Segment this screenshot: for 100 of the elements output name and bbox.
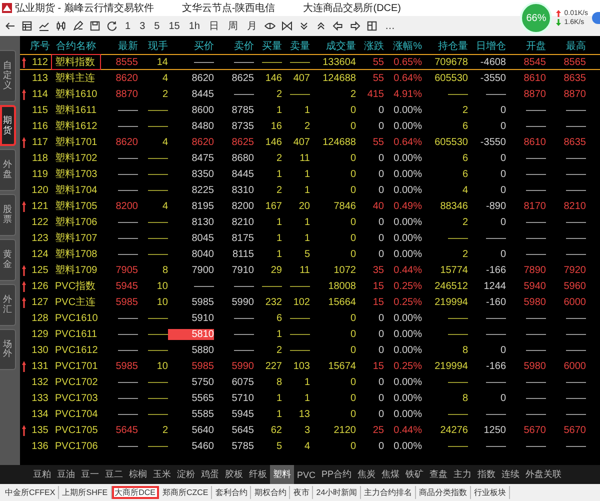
table-row[interactable]: 118 塑料1702 —— —— 8475 8680 2 11 0 0 0.00% 6 0 —— —— bbox=[20, 150, 600, 166]
category-tab[interactable]: 纤板 bbox=[246, 465, 270, 484]
category-tab[interactable]: 棕榈 bbox=[126, 465, 150, 484]
exchange-tab[interactable]: 商品分类指数 bbox=[416, 486, 472, 499]
column-header[interactable]: 日增仓 bbox=[468, 39, 506, 53]
table-row[interactable]: 124 塑料1708 —— —— 8040 8115 1 5 0 0 0.00% 2 0 —— —— bbox=[20, 246, 600, 262]
exchange-tab[interactable]: 主力合约排名 bbox=[361, 486, 416, 499]
table-row[interactable]: 122 塑料1706 —— —— 8130 8210 1 1 0 0 0.00% 2 0 —— —— bbox=[20, 214, 600, 230]
exchange-tab[interactable]: 夜市 bbox=[290, 486, 314, 499]
category-tab[interactable]: 豆油 bbox=[54, 465, 78, 484]
table-row[interactable]: 134 PVC1704 —— —— 5585 5945 1 13 0 0 0.00% —— —— —— —— bbox=[20, 406, 600, 422]
column-header[interactable]: 成交量 bbox=[310, 39, 356, 53]
table-row[interactable]: 112 塑料指数 8555 14 —— —— —— —— 133604 55 0.65% 709678 -4608 8545 8565 bbox=[20, 54, 600, 70]
sidebar-tab[interactable]: 黄金 bbox=[0, 239, 16, 281]
category-tab[interactable]: 指数 bbox=[474, 465, 499, 484]
table-row[interactable]: 126 PVC指数 5945 10 —— —— —— —— 18008 15 0.25% 246512 1244 5940 5960 bbox=[20, 278, 600, 294]
candlestick-icon[interactable] bbox=[55, 20, 67, 32]
table-row[interactable]: 117 塑料1701 8620 4 8620 8625 146 407 124688 55 0.64% 605530 -3550 8610 8635 bbox=[20, 134, 600, 150]
line-chart-icon[interactable] bbox=[38, 20, 50, 32]
table-row[interactable]: 135 PVC1705 5645 2 5640 5645 62 3 2120 25 0.44% 24276 1250 5670 5670 bbox=[20, 422, 600, 438]
category-tab[interactable]: 玉米 bbox=[150, 465, 174, 484]
table-row[interactable]: 130 PVC1612 —— —— 5880 —— 2 —— 0 0 0.00% 8 0 —— —— bbox=[20, 342, 600, 358]
column-header[interactable]: 涨跌 bbox=[356, 39, 384, 53]
more-button[interactable]: … bbox=[382, 20, 397, 32]
category-tab[interactable]: PP合约 bbox=[318, 465, 355, 484]
category-tab[interactable]: 豆一 bbox=[78, 465, 102, 484]
table-row[interactable]: 133 PVC1703 —— —— 5565 5710 1 1 0 0 0.00% 8 0 —— —— bbox=[20, 390, 600, 406]
column-header[interactable]: 卖价 bbox=[214, 39, 254, 53]
category-tab[interactable]: 豆粕 bbox=[30, 465, 54, 484]
category-tab[interactable]: 塑料 bbox=[270, 465, 294, 484]
table-row[interactable]: 127 PVC主连 5985 10 5985 5990 232 102 15664 15 0.25% 219994 -160 5980 6000 bbox=[20, 294, 600, 310]
category-tab[interactable]: 胶板 bbox=[222, 465, 246, 484]
refresh-icon[interactable] bbox=[106, 20, 118, 32]
back-arrow-icon[interactable] bbox=[4, 20, 16, 32]
table-row[interactable]: 114 塑料1610 8870 2 8445 —— 2 —— 2 415 4.91% —— —— 8870 8870 bbox=[20, 86, 600, 102]
exchange-tab[interactable]: 期权合约 bbox=[251, 486, 290, 499]
table-row[interactable]: 120 塑料1704 —— —— 8225 8310 2 1 0 0 0.00% 4 0 —— —— bbox=[20, 182, 600, 198]
period-button[interactable]: 3 bbox=[138, 20, 148, 32]
panel-icon[interactable] bbox=[366, 20, 378, 32]
table-row[interactable]: 116 塑料1612 —— —— 8480 8735 16 2 0 0 0.00% 6 0 —— —— bbox=[20, 118, 600, 134]
sidebar-tab[interactable]: 自定义 bbox=[0, 50, 16, 102]
save-icon[interactable] bbox=[89, 20, 101, 32]
table-row[interactable]: 136 PVC1706 —— —— 5460 5785 5 4 0 0 0.00% —— —— —— —— bbox=[20, 438, 600, 454]
category-tab[interactable]: 主力 bbox=[450, 465, 475, 484]
period-button[interactable]: 5 bbox=[152, 20, 162, 32]
period-button[interactable]: 1h bbox=[186, 20, 202, 32]
period-button[interactable]: 日 bbox=[206, 19, 221, 33]
pen-icon[interactable] bbox=[72, 20, 84, 32]
column-header[interactable]: 卖量 bbox=[282, 39, 310, 53]
category-tab[interactable]: 焦炭 bbox=[354, 465, 379, 484]
sidebar-tab[interactable]: 外盘 bbox=[0, 149, 16, 192]
table-row[interactable]: 128 PVC1610 —— —— 5910 —— 6 —— 0 0 0.00% —— —— —— —— bbox=[20, 310, 600, 326]
double-down-icon[interactable] bbox=[298, 20, 310, 32]
table-row[interactable]: 123 塑料1707 —— —— 8045 8175 1 1 0 0 0.00% —— —— —— —— bbox=[20, 230, 600, 246]
column-header[interactable]: 序号 bbox=[28, 39, 52, 53]
period-button[interactable]: 15 bbox=[166, 20, 182, 32]
category-tab[interactable]: 焦煤 bbox=[378, 465, 403, 484]
sidebar-tab[interactable]: 场外 bbox=[0, 328, 16, 370]
category-tab[interactable]: 豆二 bbox=[102, 465, 126, 484]
table-row[interactable]: 129 PVC1611 —— —— 5810 —— 1 —— 0 0 0.00% —— —— —— —— bbox=[20, 326, 600, 342]
exchange-tab[interactable]: 24小时新闻 bbox=[313, 486, 362, 499]
table-row[interactable]: 119 塑料1703 —— —— 8350 8445 1 1 0 0 0.00% 6 0 —— —— bbox=[20, 166, 600, 182]
exchange-tab[interactable]: 中金所CFFEX bbox=[2, 486, 60, 499]
column-header[interactable]: 最新 bbox=[100, 39, 138, 53]
column-header[interactable]: 合约名称 bbox=[52, 39, 100, 53]
table-row[interactable]: 125 塑料1709 7905 8 7900 7910 29 11 1072 35 0.44% 15774 -166 7890 7920 bbox=[20, 262, 600, 278]
category-tab[interactable]: 鸡蛋 bbox=[198, 465, 222, 484]
column-header[interactable]: 开盘 bbox=[506, 39, 546, 53]
sidebar-tab[interactable]: 外汇 bbox=[0, 284, 16, 326]
category-tab[interactable]: 淀粉 bbox=[174, 465, 198, 484]
column-header[interactable]: 买量 bbox=[254, 39, 282, 53]
exchange-tab[interactable]: 大商所DCE bbox=[112, 486, 160, 499]
column-header[interactable]: 持仓量 bbox=[422, 39, 468, 53]
column-header[interactable]: 买价 bbox=[168, 39, 214, 53]
bowtie-icon[interactable] bbox=[280, 20, 293, 32]
column-header[interactable]: 涨幅% bbox=[384, 39, 422, 53]
column-header[interactable]: 最高 bbox=[546, 39, 586, 53]
table-row[interactable]: 115 塑料1611 —— —— 8600 8785 1 1 0 0 0.00% 2 0 —— —— bbox=[20, 102, 600, 118]
exchange-tab[interactable]: 郑商所CZCE bbox=[159, 486, 212, 499]
sidebar-tab[interactable]: 股票 bbox=[0, 194, 16, 236]
period-button[interactable]: 月 bbox=[244, 19, 259, 33]
sidebar-tab[interactable]: 期货 bbox=[0, 104, 16, 146]
category-tab[interactable]: 查盘 bbox=[426, 465, 451, 484]
table-row[interactable]: 113 塑料主连 8620 4 8620 8625 146 407 124688 55 0.64% 605530 -3550 8610 8635 bbox=[20, 70, 600, 86]
left-arrow-icon[interactable] bbox=[332, 20, 344, 32]
period-button[interactable]: 1 bbox=[123, 20, 133, 32]
table-row[interactable]: 132 PVC1702 —— —— 5750 6075 8 1 0 0 0.00% —— —— —— —— bbox=[20, 374, 600, 390]
column-header[interactable]: 现手 bbox=[138, 39, 168, 53]
table-row[interactable]: 131 PVC1701 5985 10 5985 5990 227 103 15674 15 0.25% 219994 -166 5980 6000 bbox=[20, 358, 600, 374]
exchange-tab[interactable]: 套利合约 bbox=[212, 486, 252, 499]
category-tab[interactable]: 连续 bbox=[498, 465, 523, 484]
exchange-tab[interactable]: 行业板块 bbox=[471, 486, 510, 499]
table-row[interactable]: 121 塑料1705 8200 4 8195 8200 167 20 7846 40 0.49% 88346 -890 8170 8210 bbox=[20, 198, 600, 214]
eye-icon[interactable] bbox=[264, 20, 276, 32]
table-icon[interactable] bbox=[21, 20, 33, 32]
category-tab[interactable]: PVC bbox=[294, 466, 319, 482]
right-arrow-icon[interactable] bbox=[348, 20, 361, 32]
period-button[interactable]: 周 bbox=[226, 19, 240, 33]
category-tab[interactable]: 铁矿 bbox=[402, 465, 427, 484]
category-tab[interactable]: 外盘关联 bbox=[522, 465, 565, 484]
